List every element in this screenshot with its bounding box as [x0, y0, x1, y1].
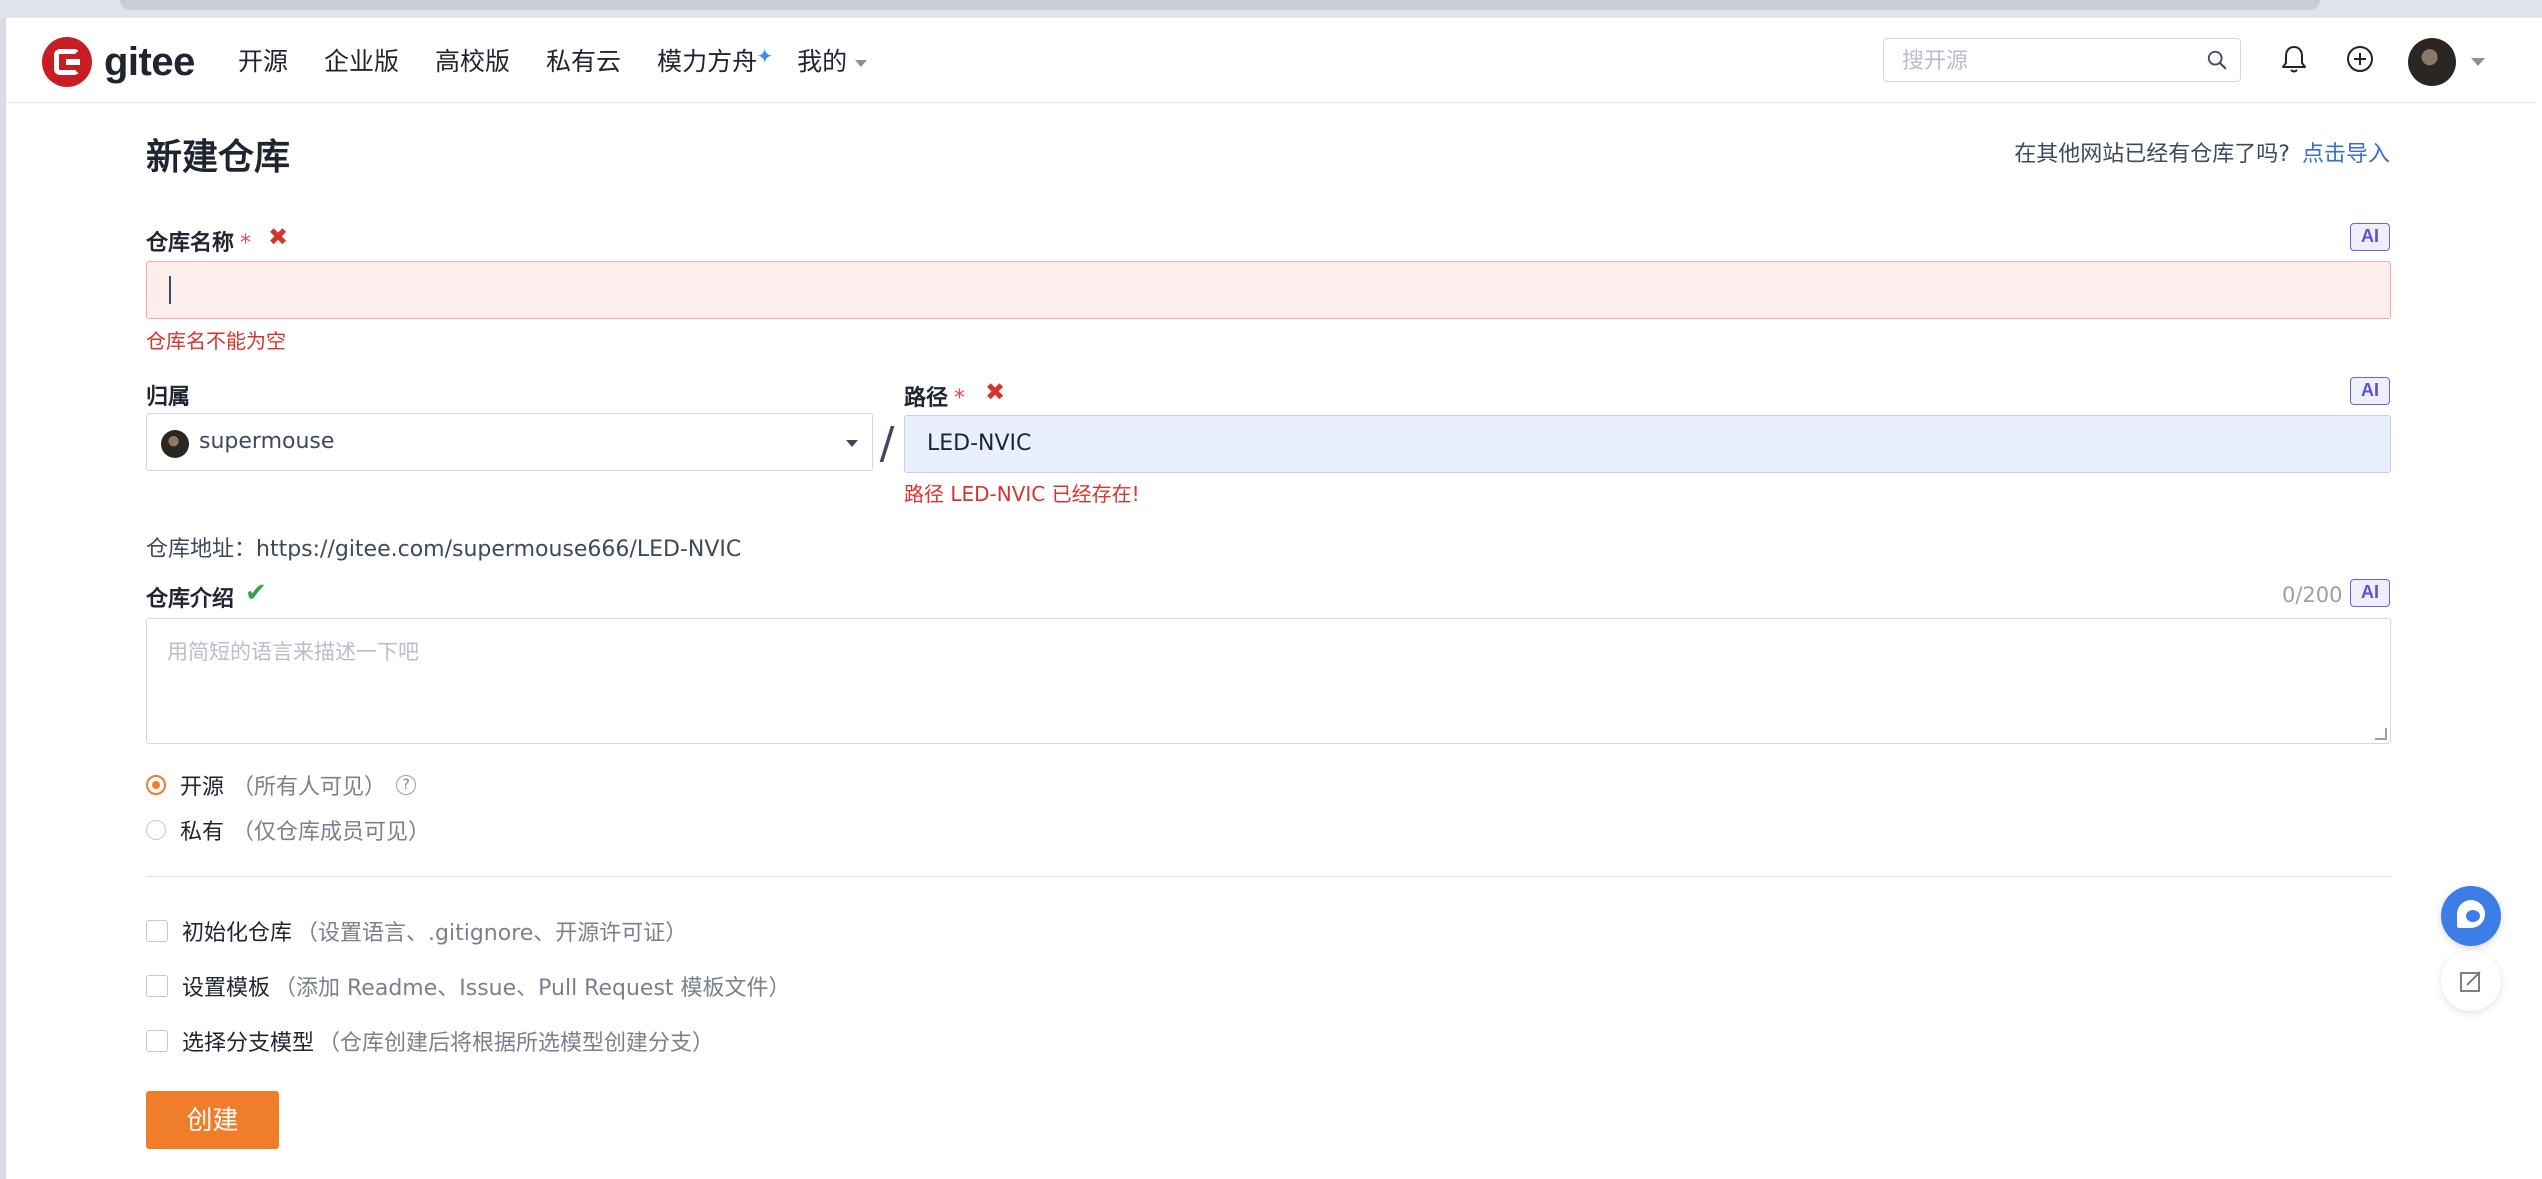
description-placeholder: 用简短的语言来描述一下吧 — [167, 640, 419, 664]
path-label: 路径 * — [904, 380, 965, 412]
nav-item-mine[interactable]: 我的 — [797, 42, 868, 82]
template-hint: （添加 Readme、Issue、Pull Request 模板文件） — [274, 976, 791, 1001]
text-cursor — [169, 276, 171, 304]
template-option[interactable]: 设置模板 （添加 Readme、Issue、Pull Request 模板文件） — [146, 971, 791, 1001]
header-search — [1883, 38, 2241, 82]
owner-path-separator: / — [879, 418, 895, 469]
chevron-down-icon[interactable] — [2471, 58, 2485, 66]
gitee-logo-icon — [42, 37, 92, 87]
nav-item-open-source[interactable]: 开源 — [238, 42, 288, 82]
user-avatar[interactable] — [2408, 38, 2456, 86]
import-link[interactable]: 点击导入 — [2302, 142, 2390, 167]
visibility-open-hint: （所有人可见） — [232, 775, 387, 800]
branch-model-hint: （仓库创建后将根据所选模型创建分支） — [318, 1031, 715, 1056]
radio-private[interactable] — [146, 820, 166, 840]
required-mark: * — [954, 386, 966, 411]
repo-url: 仓库地址：https://gitee.com/supermouse666/LED… — [146, 537, 742, 562]
init-repo-hint: （设置语言、.gitignore、开源许可证） — [296, 921, 688, 946]
valid-check-icon: ✔ — [245, 578, 267, 608]
error-x-icon: ✖ — [268, 223, 289, 251]
visibility-private-label: 私有 — [180, 820, 225, 845]
nav-item-private-cloud[interactable]: 私有云 — [546, 42, 621, 82]
error-x-icon: ✖ — [985, 378, 1006, 406]
repo-name-input[interactable] — [146, 261, 2391, 319]
browser-chrome-strip — [0, 0, 2542, 18]
nav-item-education[interactable]: 高校版 — [435, 42, 510, 82]
owner-avatar — [161, 430, 189, 458]
chevron-down-icon — [846, 440, 858, 447]
import-hint: 在其他网站已经有仓库了吗? 点击导入 — [2014, 136, 2390, 168]
ai-generate-button[interactable]: AI — [2350, 377, 2390, 405]
path-label-text: 路径 — [904, 386, 949, 411]
nav-item-moli-fangzhou[interactable]: 模力方舟 ✦ — [657, 42, 773, 82]
main-nav: 开源 企业版 高校版 私有云 模力方舟 ✦ 我的 — [238, 42, 903, 82]
path-value: LED-NVIC — [927, 431, 1032, 456]
page-frame — [0, 18, 2542, 1179]
visibility-private-hint: （仅仓库成员可见） — [232, 820, 431, 845]
visibility-private-option[interactable]: 私有 （仅仓库成员可见） — [146, 815, 430, 845]
search-input[interactable] — [1900, 47, 2184, 75]
repo-name-error: 仓库名不能为空 — [146, 329, 286, 353]
bell-icon[interactable] — [2277, 42, 2311, 76]
visibility-open-option[interactable]: 开源 （所有人可见） ? — [146, 770, 417, 800]
page-title: 新建仓库 — [146, 137, 291, 178]
section-divider — [146, 876, 2391, 877]
branch-model-label: 选择分支模型 — [182, 1031, 315, 1056]
create-button[interactable]: 创建 — [146, 1091, 279, 1149]
nav-item-enterprise[interactable]: 企业版 — [324, 42, 399, 82]
path-error: 路径 LED-NVIC 已经存在! — [904, 482, 1140, 506]
branch-model-checkbox[interactable] — [146, 1030, 168, 1052]
init-repo-checkbox[interactable] — [146, 920, 168, 942]
address-bar-edge — [120, 0, 2320, 10]
owner-select[interactable]: supermouse — [146, 413, 873, 471]
description-label: 仓库介绍 — [146, 587, 235, 612]
repo-name-label-text: 仓库名称 — [146, 231, 235, 256]
add-circle-icon[interactable] — [2343, 42, 2377, 76]
ai-generate-button[interactable]: AI — [2350, 579, 2390, 607]
required-mark: * — [240, 231, 252, 256]
visibility-open-label: 开源 — [180, 775, 225, 800]
template-checkbox[interactable] — [146, 975, 168, 997]
init-repo-label: 初始化仓库 — [182, 921, 293, 946]
help-icon[interactable]: ? — [396, 775, 417, 795]
resize-handle-icon[interactable] — [2375, 728, 2387, 740]
path-input[interactable]: LED-NVIC — [904, 415, 2391, 473]
owner-value: supermouse — [199, 429, 335, 454]
import-question: 在其他网站已经有仓库了吗? — [2014, 142, 2290, 167]
repo-name-label: 仓库名称 * — [146, 225, 251, 257]
chevron-down-icon — [855, 59, 868, 67]
ai-generate-button[interactable]: AI — [2350, 223, 2390, 251]
gitee-logo[interactable]: gitee — [42, 36, 195, 88]
template-label: 设置模板 — [182, 976, 271, 1001]
radio-open[interactable] — [146, 775, 166, 795]
owner-label: 归属 — [146, 385, 191, 410]
description-counter: 0/200 — [2282, 583, 2343, 607]
logo-text: gitee — [104, 39, 195, 84]
edit-note-icon — [2460, 971, 2481, 992]
sparkle-icon: ✦ — [756, 44, 774, 68]
feedback-button[interactable] — [2441, 951, 2501, 1011]
assistant-chat-icon[interactable] — [2441, 886, 2501, 946]
description-textarea[interactable]: 用简短的语言来描述一下吧 — [146, 618, 2391, 744]
branch-model-option[interactable]: 选择分支模型 （仓库创建后将根据所选模型创建分支） — [146, 1026, 714, 1056]
nav-item-moli-label: 模力方舟 — [657, 47, 758, 76]
init-repo-option[interactable]: 初始化仓库 （设置语言、.gitignore、开源许可证） — [146, 916, 687, 946]
nav-item-mine-label: 我的 — [797, 47, 848, 76]
search-icon[interactable] — [2206, 49, 2228, 71]
